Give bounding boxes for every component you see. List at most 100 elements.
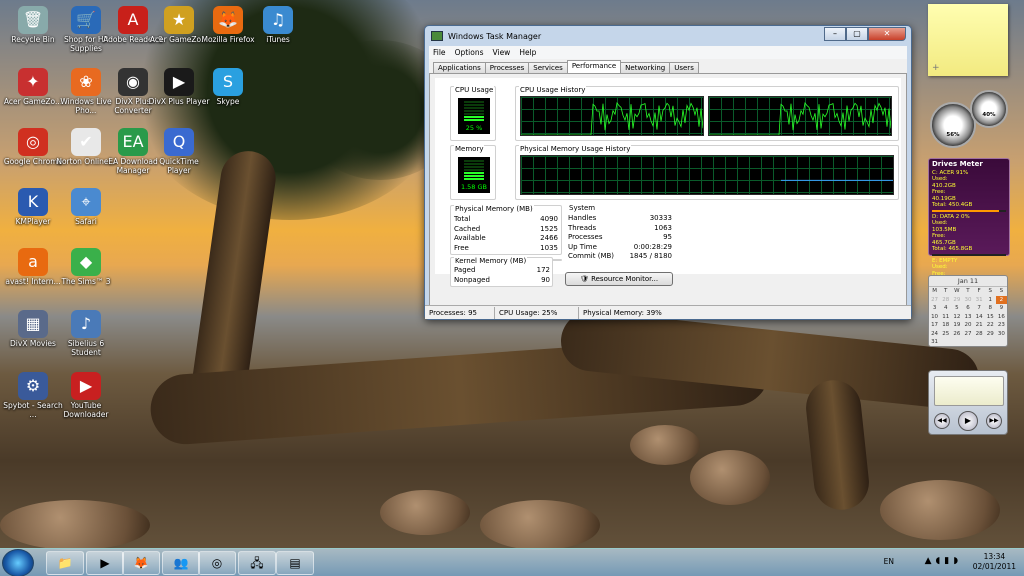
desktop-icon[interactable]: ♫ iTunes [247, 6, 309, 44]
calendar-day[interactable]: 13 [962, 313, 973, 322]
calendar-day[interactable]: 11 [940, 313, 951, 322]
cpu-history-label: CPU Usage History [519, 86, 587, 94]
calendar-day[interactable]: 30 [996, 330, 1007, 339]
task-manager-window[interactable]: Windows Task Manager – ▢ ✕ File Options … [424, 25, 912, 320]
calendar-day[interactable]: 24 [929, 330, 940, 339]
stat-value: 1035 [540, 243, 558, 252]
calendar-day[interactable]: 10 [929, 313, 940, 322]
calendar-day[interactable]: 14 [974, 313, 985, 322]
play-icon[interactable]: ▶ [958, 411, 978, 431]
tray-icons[interactable]: ▲◖▮◗ [925, 556, 962, 566]
calendar-day[interactable]: 7 [974, 304, 985, 313]
calendar-day[interactable]: 6 [962, 304, 973, 313]
menu-help[interactable]: Help [519, 48, 536, 57]
add-note-icon[interactable]: + [932, 63, 940, 73]
language-indicator[interactable]: EN [884, 557, 894, 566]
desktop-icon-label: Safari [75, 217, 97, 226]
calendar-day[interactable] [985, 338, 996, 347]
desktop-icon-label: Sibelius 6 Student [67, 339, 105, 357]
tab-performance[interactable]: Performance [566, 60, 622, 73]
calendar-day[interactable]: 19 [951, 321, 962, 330]
stat-row: Available 2466 [454, 234, 558, 244]
clock[interactable]: 13:34 02/01/2011 [973, 552, 1016, 572]
tab-users[interactable]: Users [669, 62, 699, 73]
desktop-icon-label: DivX Movies [10, 339, 56, 348]
desktop-icon[interactable]: ▶ YouTube Downloader [55, 372, 117, 419]
calendar-day[interactable]: 17 [929, 321, 940, 330]
desktop-icon[interactable]: ♪ Sibelius 6 Student [55, 310, 117, 357]
calendar-day[interactable]: 29 [951, 296, 962, 305]
calendar-day[interactable]: 2 [995, 295, 1007, 304]
calendar-day[interactable]: 27 [929, 296, 940, 305]
calendar-day[interactable]: 21 [974, 321, 985, 330]
menu-view[interactable]: View [493, 48, 511, 57]
calendar-day[interactable]: 31 [929, 338, 940, 347]
calendar-day[interactable]: 29 [985, 330, 996, 339]
maximize-button[interactable]: ▢ [846, 27, 868, 41]
calendar-day[interactable]: 23 [996, 321, 1007, 330]
desktop-icon[interactable]: ⌖ Safari [55, 188, 117, 226]
menu-bar: File Options View Help [429, 46, 907, 59]
taskbar-task-manager-icon[interactable]: ▤ [276, 551, 314, 575]
cpu-usage-group: CPU Usage 25 % [450, 86, 496, 141]
taskbar-messenger-icon[interactable]: 👥 [162, 551, 200, 575]
calendar-day[interactable]: 8 [985, 304, 996, 313]
calendar-day[interactable] [962, 338, 973, 347]
calendar-month: Jan 11 [929, 276, 1007, 287]
taskbar-firefox-icon[interactable]: 🦊 [122, 551, 160, 575]
calendar-day[interactable]: 22 [985, 321, 996, 330]
calendar-day[interactable]: 12 [951, 313, 962, 322]
tab-services[interactable]: Services [528, 62, 568, 73]
calendar-day[interactable]: 16 [996, 313, 1007, 322]
desktop-icon-label: Google Chrome [3, 157, 63, 166]
desktop-icon[interactable]: Q QuickTime Player [148, 128, 210, 175]
desktop-icon-image: 🦊 [213, 6, 243, 34]
taskbar-network-icon[interactable]: 🖧 [238, 551, 276, 575]
desktop-icon[interactable]: S Skype [197, 68, 259, 106]
close-button[interactable]: ✕ [868, 27, 906, 41]
taskbar-media-player-icon[interactable]: ▶ [86, 551, 124, 575]
calendar-day[interactable] [974, 338, 985, 347]
calendar-day[interactable]: 9 [996, 304, 1007, 313]
tab-applications[interactable]: Applications [433, 62, 486, 73]
tab-processes[interactable]: Processes [484, 62, 530, 73]
calendar-day[interactable]: 28 [940, 296, 951, 305]
desktop-icon-image: ✦ [18, 68, 48, 96]
calendar-day[interactable]: 4 [940, 304, 951, 313]
calendar-day[interactable]: 1 [985, 296, 996, 305]
rewind-icon[interactable]: ◀◀ [934, 413, 950, 429]
calendar-day[interactable]: 31 [974, 296, 985, 305]
calendar-day[interactable]: 27 [962, 330, 973, 339]
desktop-icon-label: KMPlayer [15, 217, 51, 226]
calendar-day[interactable]: 15 [985, 313, 996, 322]
start-button[interactable] [2, 549, 34, 576]
calendar-day[interactable] [951, 338, 962, 347]
calendar-day[interactable]: 20 [962, 321, 973, 330]
calendar-day[interactable] [996, 338, 1007, 347]
fast-forward-icon[interactable]: ▶▶ [986, 413, 1002, 429]
taskbar-explorer-icon[interactable]: 📁 [46, 551, 84, 575]
sticky-note-gadget[interactable]: + [928, 4, 1008, 76]
desktop-icon-image: ♪ [71, 310, 101, 338]
shield-icon: 🛡 [579, 275, 592, 283]
stat-label: Threads [568, 223, 597, 232]
calendar-day[interactable]: 30 [962, 296, 973, 305]
tab-networking[interactable]: Networking [620, 62, 671, 73]
desktop-icon-image: ◆ [71, 248, 101, 276]
menu-options[interactable]: Options [455, 48, 484, 57]
calendar-day[interactable]: 26 [951, 330, 962, 339]
drives-meter-gadget: Drives Meter C: ACER 91% Used: 410.2GBFre… [928, 158, 1010, 318]
desktop-icon[interactable]: ◆ The Sims™ 3 [55, 248, 117, 286]
stat-label: Total [454, 215, 471, 223]
calendar-day[interactable]: 5 [951, 304, 962, 313]
performance-panel: CPU Usage 25 % CPU Usage History Memory … [429, 73, 907, 316]
calendar-day[interactable]: 18 [940, 321, 951, 330]
resource-monitor-button[interactable]: 🛡 Resource Monitor... [565, 272, 673, 286]
calendar-day[interactable]: 25 [940, 330, 951, 339]
minimize-button[interactable]: – [824, 27, 846, 41]
calendar-day[interactable]: 3 [929, 304, 940, 313]
calendar-day[interactable] [940, 338, 951, 347]
taskbar-chrome-icon[interactable]: ◎ [198, 551, 236, 575]
calendar-day[interactable]: 28 [974, 330, 985, 339]
menu-file[interactable]: File [433, 48, 446, 57]
